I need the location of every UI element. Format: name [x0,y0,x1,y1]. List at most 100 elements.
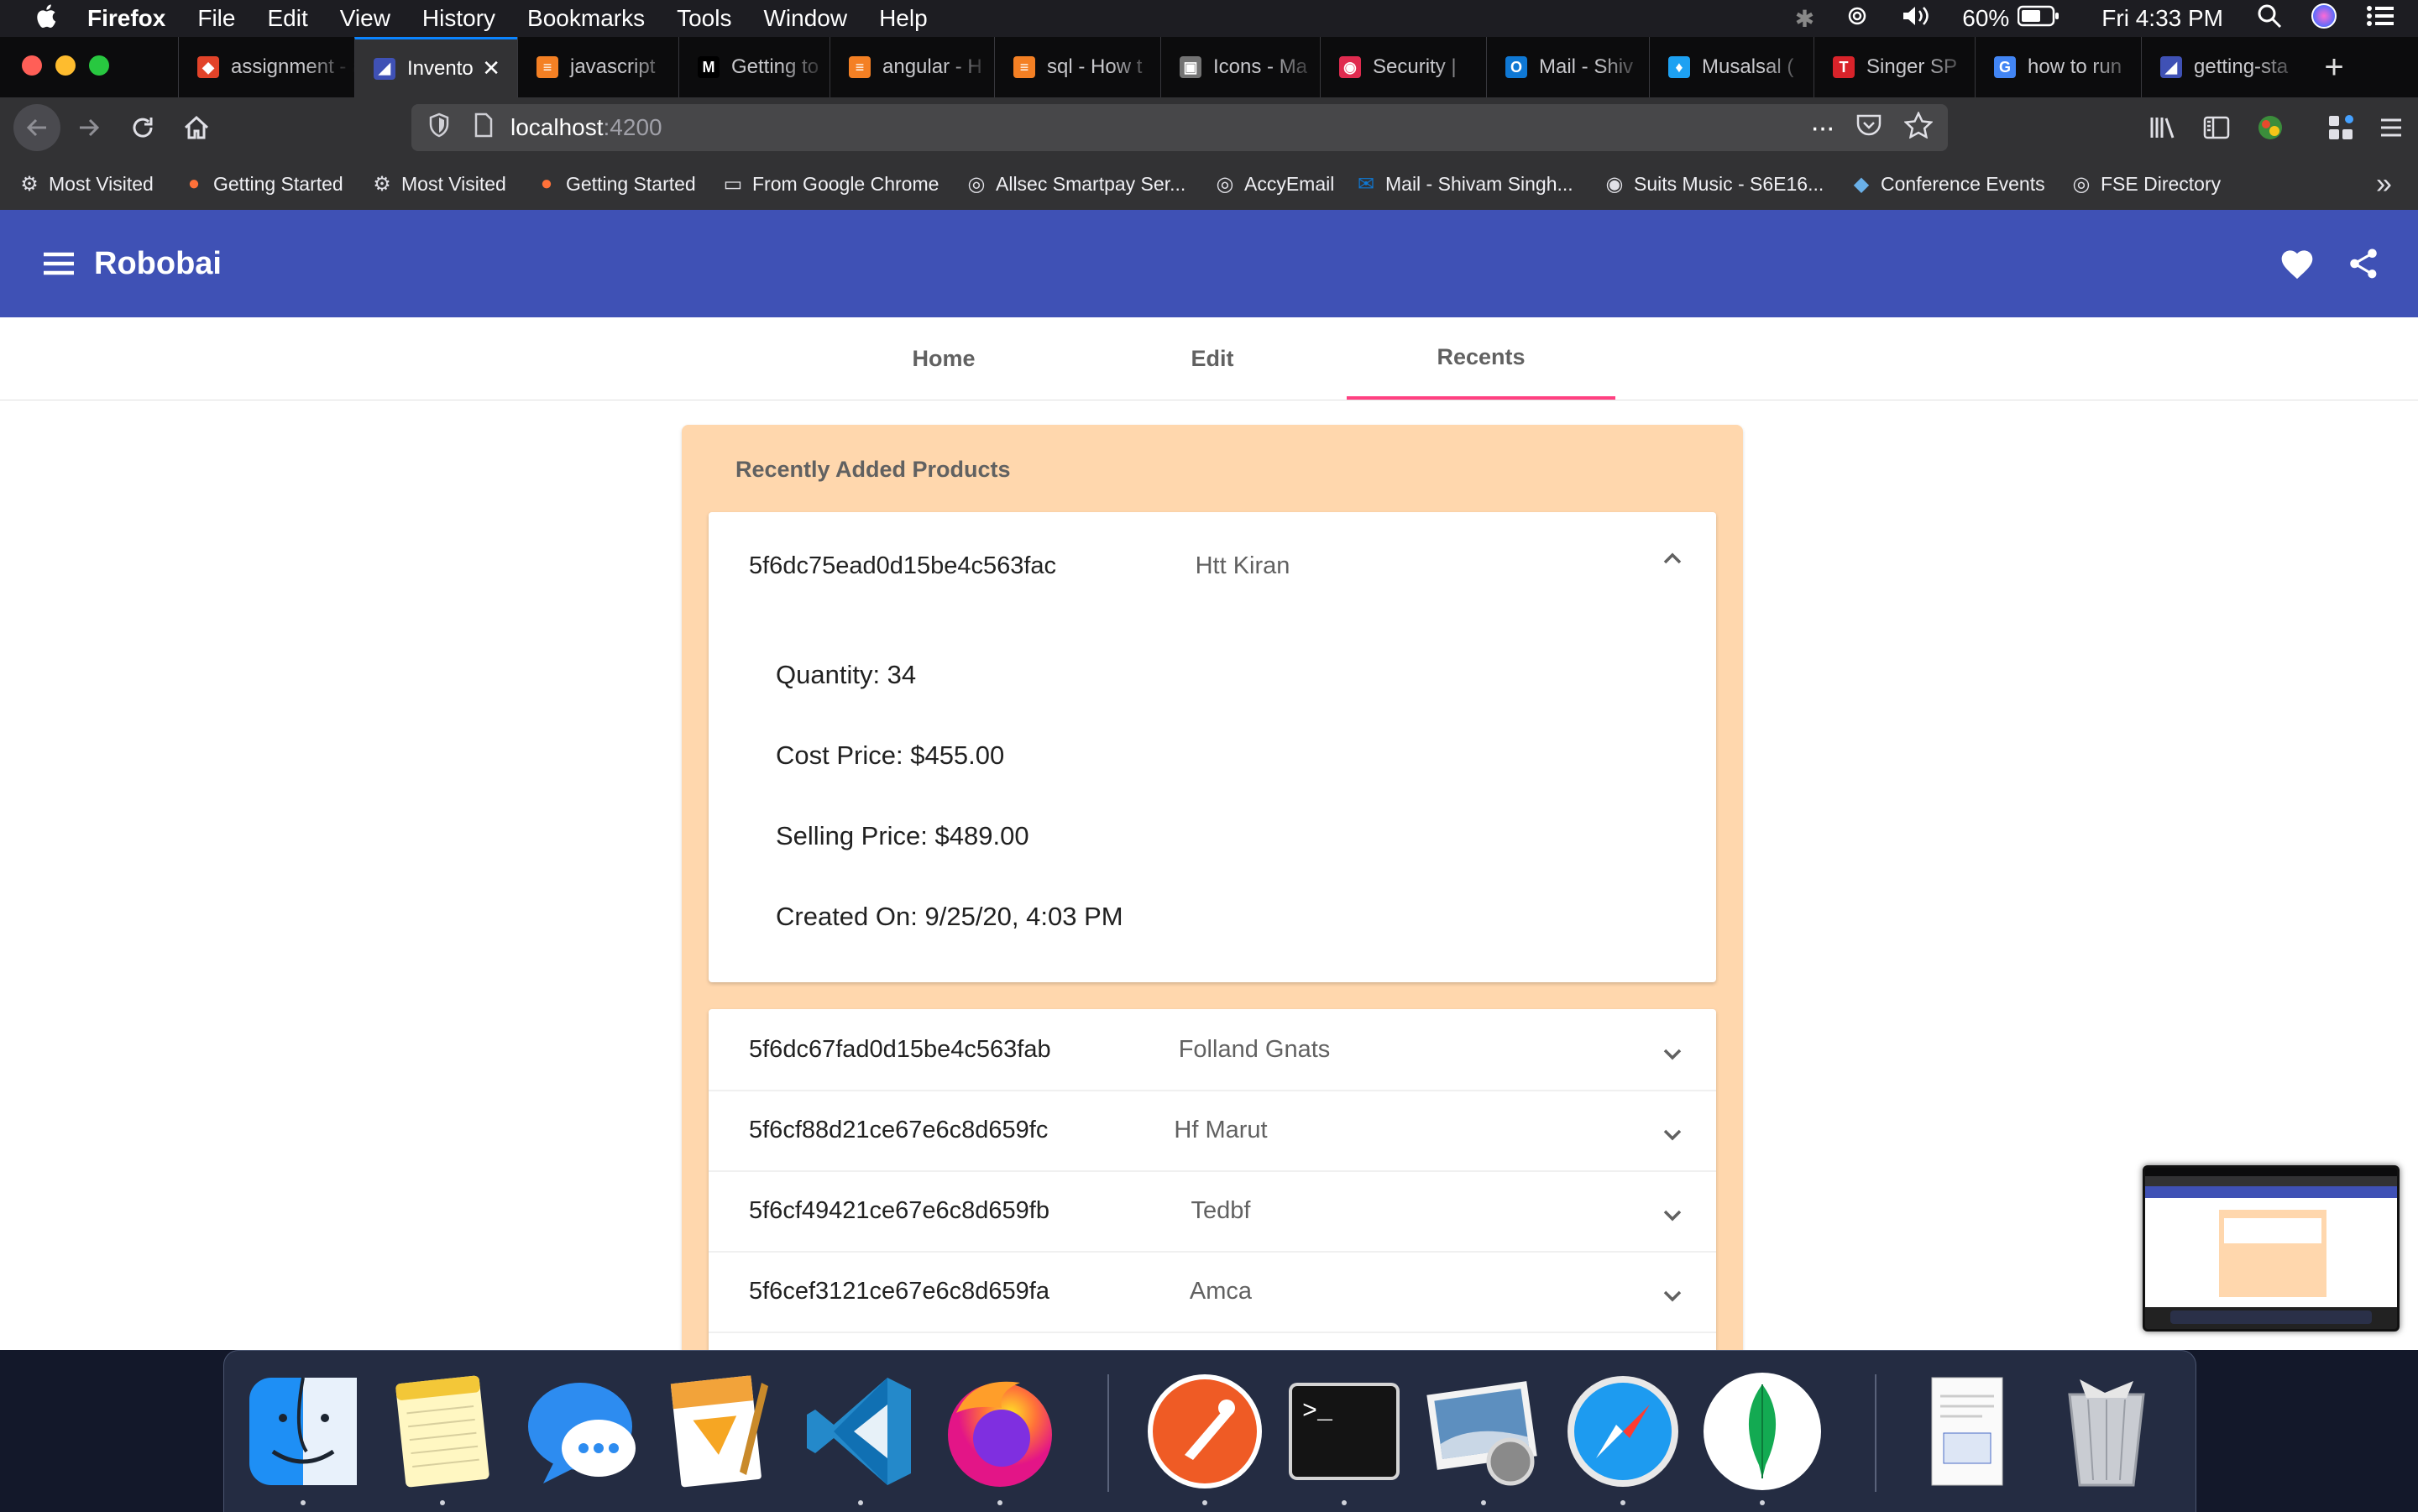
page-info-icon[interactable] [474,112,494,144]
tab-12[interactable]: ◢ getting-sta [2141,37,2305,97]
bookmark-item[interactable]: ● Getting Started [183,158,343,210]
firefox-icon[interactable] [939,1371,1060,1492]
clock[interactable]: Fri 4:33 PM [2101,5,2223,32]
menu-icon[interactable] [42,247,76,285]
chevron-down-icon[interactable] [1659,1202,1686,1229]
home-icon[interactable] [176,107,217,148]
messages-icon[interactable] [521,1371,642,1492]
menu-history[interactable]: History [422,5,495,32]
mongodb-compass-icon[interactable] [1702,1371,1823,1492]
menu-window[interactable]: Window [763,5,847,32]
close-tab-icon[interactable]: ✕ [482,55,500,81]
pocket-icon[interactable] [1855,112,1882,144]
tab-5[interactable]: ≡ sql - How t [994,37,1160,97]
tab-10[interactable]: T Singer SP [1814,37,1975,97]
bookmark-item[interactable]: ✉ Mail - Shivam Singh... [1355,158,1573,210]
product-panel-row[interactable]: 5f6cf88d21ce67e6c8d659fc Hf Marut [709,1090,1716,1172]
bookmark-item[interactable]: ◎ FSE Directory [2070,158,2222,210]
tab-7[interactable]: ◉ Security | [1320,37,1486,97]
airplay-icon[interactable] [1843,4,1871,34]
pages-icon[interactable] [661,1371,782,1492]
menu-view[interactable]: View [340,5,390,32]
stackoverflow-icon: ≡ [536,56,558,78]
zoom-window-button[interactable] [89,55,109,76]
close-window-button[interactable] [22,55,42,76]
bluetooth-icon[interactable]: ✱ [1795,5,1814,33]
bookmark-star-icon[interactable] [1903,110,1934,144]
hamburger-menu-icon[interactable] [2371,107,2411,148]
bookmark-item[interactable]: ◎ AccyEmail [1214,158,1335,210]
back-button[interactable] [13,104,60,151]
extensions-puzzle-icon[interactable] [2321,107,2361,148]
bookmark-item[interactable]: ◆ Conference Events [1850,158,2045,210]
terminal-icon[interactable]: >_ [1284,1371,1405,1492]
globe-icon: ◎ [2072,172,2091,196]
twitter-icon: ♦ [1668,56,1690,78]
menu-help[interactable]: Help [879,5,928,32]
finder-icon[interactable] [243,1371,364,1492]
tab-home[interactable]: Home [809,317,1078,400]
sidebar-icon[interactable] [2196,107,2237,148]
product-id: 5f6cf88d21ce67e6c8d659fc [749,1117,1049,1143]
bookmark-item[interactable]: ⚙ Most Visited [371,158,506,210]
apple-icon[interactable] [34,3,57,35]
library-icon[interactable] [2143,107,2183,148]
chevron-down-icon[interactable] [1659,1283,1686,1310]
menu-edit[interactable]: Edit [267,5,307,32]
chevron-up-icon[interactable] [1659,546,1686,573]
tab-2[interactable]: ≡ javascript [517,37,678,97]
safari-icon[interactable] [1562,1371,1683,1492]
more-bookmarks-icon[interactable]: » [2376,170,2392,198]
trash-icon[interactable] [2046,1371,2167,1492]
siri-icon[interactable] [2311,3,2337,35]
product-panel-row[interactable]: 5f6dc67fad0d15be4c563fab Folland Gnats [709,1009,1716,1091]
panel-header[interactable]: 5f6dc75ead0d15be4c563fac Htt Kiran [709,526,1716,606]
bookmark-item[interactable]: ◉ Suits Music - S6E16... [1604,158,1824,210]
favorite-icon[interactable] [2279,245,2316,285]
tab-0[interactable]: ◆ assignment - a [178,37,354,97]
reload-icon[interactable] [123,107,163,148]
menu-tools[interactable]: Tools [677,5,731,32]
tab-4[interactable]: ≡ angular - H [830,37,994,97]
menu-bookmarks[interactable]: Bookmarks [527,5,645,32]
bookmark-item[interactable]: ● Getting Started [536,158,696,210]
url-bar[interactable]: localhost :4200 ··· [411,104,1948,151]
screenshot-thumbnail[interactable] [2143,1165,2400,1332]
bookmark-item[interactable]: ▭ From Google Chrome [722,158,939,210]
dock-running-indicator [1760,1500,1765,1505]
tab-6[interactable]: ▣ Icons - Ma [1160,37,1320,97]
navigation-toolbar: localhost :4200 ··· [0,97,2418,158]
tab-11[interactable]: Ghow to run [1975,37,2141,97]
tab-9[interactable]: ♦ Musalsal ( [1649,37,1814,97]
chevron-down-icon[interactable] [1659,1122,1686,1148]
document-icon[interactable] [1907,1371,2028,1492]
tab-1[interactable]: ◢ Invento ✕ [354,37,517,97]
postman-icon[interactable] [1144,1371,1265,1492]
tab-3[interactable]: M Getting to [678,37,830,97]
page-actions-icon[interactable]: ··· [1810,112,1835,144]
vscode-icon[interactable] [800,1371,921,1492]
volume-icon[interactable] [1900,4,1934,34]
product-panel-row[interactable]: 5f6cef3121ce67e6c8d659fa Amca [709,1251,1716,1333]
tab-recents[interactable]: Recents [1347,317,1615,400]
product-id: 5f6cf49421ce67e6c8d659fb [749,1197,1049,1224]
new-tab-button[interactable]: + [2314,47,2354,87]
forward-button[interactable] [69,107,109,148]
preview-icon[interactable] [1423,1371,1544,1492]
spotlight-search-icon[interactable] [2257,3,2282,34]
bookmark-item[interactable]: ◎ Allsec Smartpay Ser... [966,158,1186,210]
shield-icon[interactable] [428,112,450,144]
tab-8[interactable]: O Mail - Shiv [1486,37,1649,97]
extension-icon[interactable] [2250,107,2290,148]
chevron-down-icon[interactable] [1659,1041,1686,1068]
share-icon[interactable] [2346,245,2381,286]
battery-icon[interactable] [2018,5,2059,33]
menu-app-name[interactable]: Firefox [87,5,165,32]
minimize-window-button[interactable] [55,55,76,76]
menu-file[interactable]: File [197,5,235,32]
bookmark-item[interactable]: ⚙ Most Visited [18,158,154,210]
product-panel-row[interactable]: 5f6cf49421ce67e6c8d659fb Tedbf [709,1170,1716,1253]
notification-center-icon[interactable] [2366,4,2394,34]
tab-edit[interactable]: Edit [1078,317,1347,400]
notes-icon[interactable] [382,1371,503,1492]
